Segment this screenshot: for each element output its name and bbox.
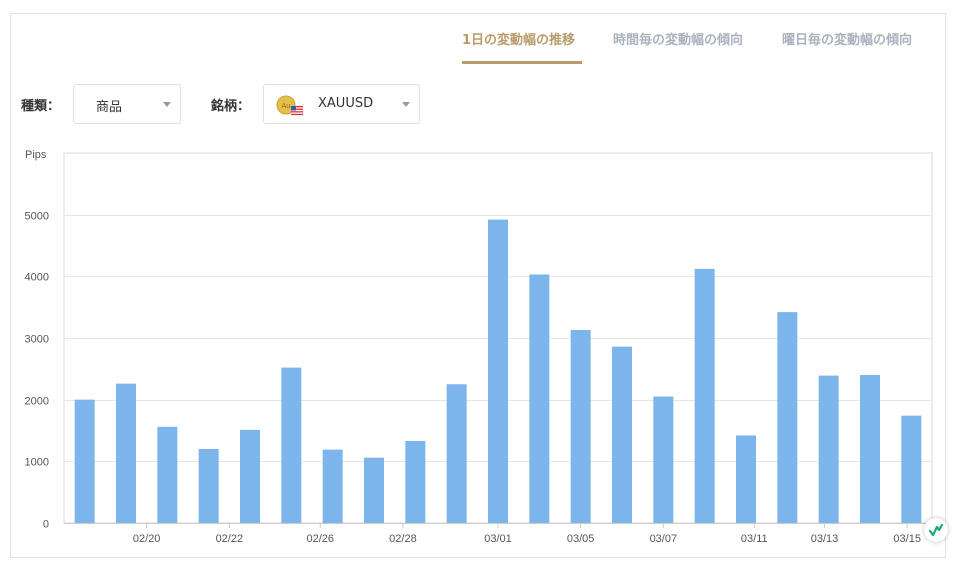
x-tick-label: 03/05	[567, 533, 595, 545]
bar	[694, 268, 715, 523]
bar	[901, 415, 922, 523]
bar	[612, 346, 632, 523]
y-tick-label: 2000	[25, 396, 49, 408]
bar	[198, 449, 219, 523]
x-tick-label: 02/26	[307, 533, 335, 545]
bar	[322, 449, 343, 523]
bar	[860, 375, 880, 523]
bar	[405, 440, 426, 523]
x-tick-label: 03/11	[741, 533, 768, 545]
y-tick-label: 3000	[25, 334, 49, 346]
x-tick-label: 02/20	[133, 533, 161, 545]
bar	[74, 399, 95, 523]
bar	[570, 329, 591, 523]
bar	[488, 219, 508, 523]
bar	[364, 457, 384, 523]
tradingview-logo-icon[interactable]	[924, 518, 948, 542]
bar	[529, 274, 550, 523]
bar	[446, 384, 467, 523]
tradingview-logo-icon	[928, 523, 944, 537]
x-tick-label: 02/28	[389, 533, 417, 545]
y-tick-label: 1000	[25, 457, 49, 469]
x-tick-label: 03/01	[484, 533, 512, 545]
y-axis-label: Pips	[25, 149, 47, 161]
x-tick-label: 02/22	[216, 533, 244, 545]
daily-range-bar-chart: 0 1000 2000 3000 4000 5000 Pips 02/20 02/22 02/26…	[25, 149, 933, 545]
y-tick-label: 4000	[25, 272, 49, 284]
y-tick-label: 5000	[25, 211, 49, 223]
bar	[736, 435, 756, 523]
bar	[240, 429, 260, 523]
bar	[157, 426, 178, 523]
x-tick-label: 03/15	[893, 533, 921, 545]
y-tick-label: 0	[43, 519, 49, 531]
bar	[281, 367, 302, 523]
x-tick-label: 03/07	[650, 533, 678, 545]
bar	[777, 312, 798, 523]
bar	[818, 375, 839, 523]
bar	[653, 396, 674, 523]
x-tick-label: 03/13	[811, 533, 839, 545]
bar	[116, 383, 136, 523]
